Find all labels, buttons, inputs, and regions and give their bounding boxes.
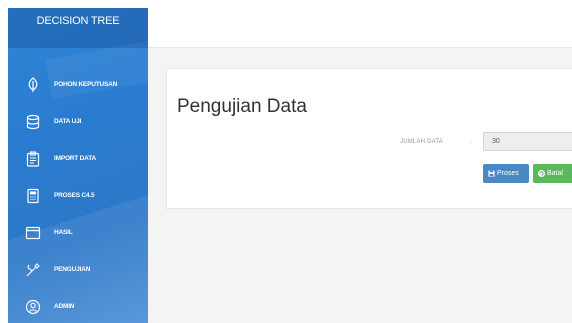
batal-button-label: Batal (547, 170, 563, 177)
window-icon (24, 224, 42, 242)
save-icon (488, 170, 495, 177)
sidebar-item-label: PENGUJIAN (54, 266, 91, 273)
sidebar-item-label: IMPORT DATA (54, 155, 96, 162)
label-separator: : (470, 139, 472, 146)
page-title: Pengujian Data (177, 96, 307, 117)
jumlah-data-label: JUMLAH DATA (400, 139, 443, 145)
calculator-icon (24, 187, 42, 205)
user-circle-icon (24, 298, 42, 316)
sidebar-item-pohon-keputusan[interactable]: POHON KEPUTUSAN (8, 66, 148, 103)
pengujian-card: Pengujian Data JUMLAH DATA : Proses Bata… (166, 68, 572, 209)
sidebar: DECISION TREE POHON KEPUTUSAN DATA UJI I… (8, 8, 148, 323)
refresh-icon (538, 170, 545, 177)
top-navbar (148, 8, 572, 48)
sidebar-item-proses-c45[interactable]: PROSES C4.5 (8, 177, 148, 214)
brand-title: DECISION TREE (8, 8, 148, 48)
database-icon (24, 113, 42, 131)
sidebar-item-label: ADMIN (54, 303, 75, 310)
sidebar-item-pengujian[interactable]: PENGUJIAN (8, 251, 148, 288)
sidebar-item-admin[interactable]: ADMIN (8, 288, 148, 323)
sidebar-item-label: PROSES C4.5 (54, 192, 95, 199)
sidebar-item-import-data[interactable]: IMPORT DATA (8, 140, 148, 177)
clipboard-icon (24, 150, 42, 168)
leaf-icon (24, 76, 42, 94)
batal-button[interactable]: Batal (533, 164, 572, 183)
tools-icon (24, 261, 42, 279)
sidebar-item-data-uji[interactable]: DATA UJI (8, 103, 148, 140)
proses-button-label: Proses (497, 170, 519, 177)
sidebar-item-label: HASIL (54, 229, 73, 236)
proses-button[interactable]: Proses (483, 164, 529, 183)
sidebar-item-hasil[interactable]: HASIL (8, 214, 148, 251)
jumlah-data-input[interactable] (483, 132, 572, 151)
sidebar-menu: POHON KEPUTUSAN DATA UJI IMPORT DATA PRO… (8, 66, 148, 323)
sidebar-item-label: DATA UJI (54, 118, 82, 125)
sidebar-item-label: POHON KEPUTUSAN (54, 81, 118, 88)
